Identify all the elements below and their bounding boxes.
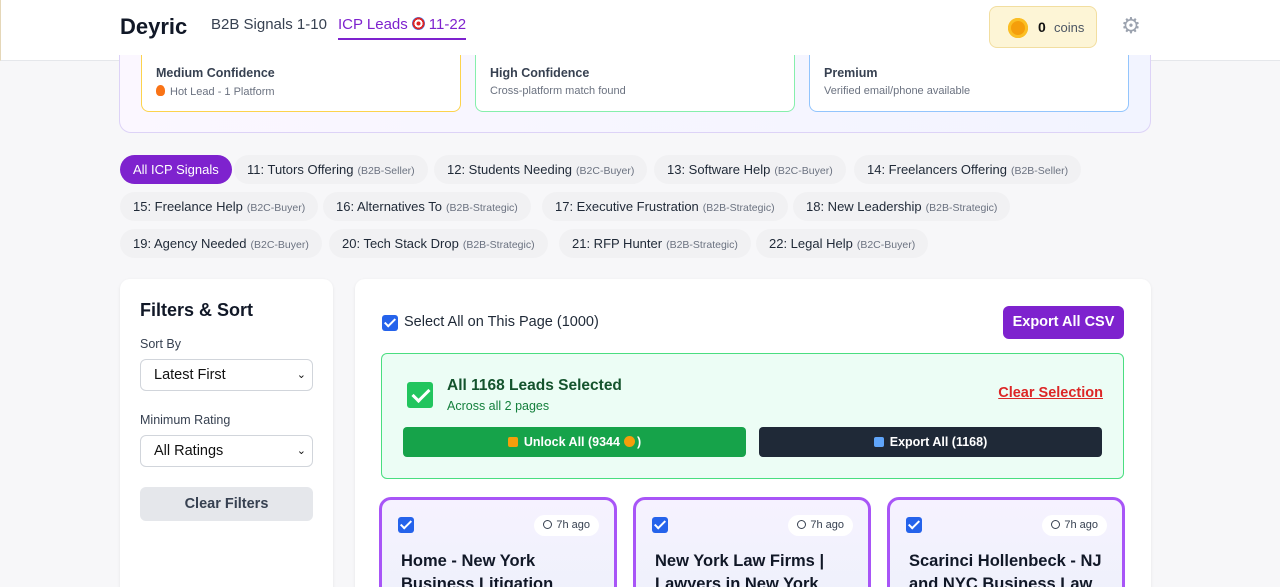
export-icon [873, 437, 884, 447]
check-icon [407, 382, 433, 408]
confidence-title: Medium Confidence [156, 66, 275, 80]
lead-checkbox[interactable] [652, 517, 668, 533]
clock-icon [543, 520, 553, 529]
selection-subtitle: Across all 2 pages [447, 399, 550, 413]
unlock-all-button[interactable]: Unlock All (9344) [403, 427, 746, 457]
chevron-down-icon: ⌄ [296, 369, 306, 381]
nav-icp-leads-label: ICP Leads [338, 16, 408, 33]
coin-count: 0 [1038, 19, 1046, 35]
confidence-title: Premium [824, 66, 878, 80]
clear-filters-button[interactable]: Clear Filters [140, 487, 313, 521]
confidence-card-medium: Medium Confidence Hot Lead - 1 Platform [141, 55, 461, 112]
target-icon [411, 17, 425, 30]
lead-card[interactable]: 7h ago New York Law Firms | Lawyers in N… [633, 497, 871, 587]
lead-checkbox[interactable] [906, 517, 922, 533]
fire-icon [156, 85, 165, 96]
signal-chip-15[interactable]: 15: Freelance Help (B2C-Buyer) [120, 192, 319, 221]
lead-checkbox[interactable] [398, 517, 414, 533]
select-all-label[interactable]: Select All on This Page (1000) [404, 314, 599, 330]
chevron-down-icon: ⌄ [296, 445, 306, 457]
rating-select[interactable]: All Ratings ⌄ [140, 435, 313, 467]
lead-card[interactable]: 7h ago Home - New York Business Litigati… [379, 497, 617, 587]
export-csv-button[interactable]: Export All CSV [1003, 306, 1124, 339]
confidence-sub: Cross-platform match found [490, 85, 626, 97]
export-all-button[interactable]: Export All (1168) [759, 427, 1102, 457]
signal-chip-19[interactable]: 19: Agency Needed (B2C-Buyer) [120, 229, 322, 258]
select-all-checkbox[interactable] [382, 315, 398, 331]
brand-logo[interactable]: Deyric [120, 14, 187, 40]
clear-selection-link[interactable]: Clear Selection [998, 385, 1103, 401]
confidence-title: High Confidence [490, 66, 590, 80]
nav-icp-leads-range: 11-22 [428, 16, 467, 33]
signal-chip-17[interactable]: 17: Executive Frustration (B2B-Strategic) [542, 192, 788, 221]
coin-label: coins [1054, 20, 1085, 35]
coin-balance[interactable]: 0 coins [989, 6, 1097, 48]
sort-label: Sort By [140, 337, 181, 351]
signal-chip-16[interactable]: 16: Alternatives To (B2B-Strategic) [323, 192, 531, 221]
unlock-icon [507, 437, 518, 447]
time-badge: 7h ago [534, 515, 599, 536]
confidence-card-high: High Confidence Cross-platform match fou… [475, 55, 795, 112]
lead-title[interactable]: Scarinci Hollenbeck - NJ and NYC Busines… [909, 550, 1114, 587]
signal-chip-22[interactable]: 22: Legal Help (B2C-Buyer) [756, 229, 929, 258]
time-badge: 7h ago [1042, 515, 1107, 536]
lead-card[interactable]: 7h ago Scarinci Hollenbeck - NJ and NYC … [887, 497, 1125, 587]
lead-title[interactable]: Home - New York Business Litigation [401, 550, 606, 587]
confidence-card-premium: Premium Verified email/phone available [809, 55, 1129, 112]
clock-icon [1051, 520, 1061, 529]
selection-banner: All 1168 Leads Selected Across all 2 pag… [381, 353, 1124, 479]
sort-select[interactable]: Latest First ⌄ [140, 359, 313, 391]
filters-title: Filters & Sort [140, 300, 254, 320]
signal-chip-21[interactable]: 21: RFP Hunter (B2B-Strategic) [559, 229, 751, 258]
coin-icon [1008, 18, 1028, 38]
coin-icon [623, 436, 635, 447]
signal-chip-12[interactable]: 12: Students Needing (B2C-Buyer) [434, 155, 648, 184]
gear-icon[interactable]: ⚙ [1121, 15, 1141, 37]
signal-chip-13[interactable]: 13: Software Help (B2C-Buyer) [654, 155, 846, 184]
rating-label: Minimum Rating [140, 413, 231, 427]
signal-chip-20[interactable]: 20: Tech Stack Drop (B2B-Strategic) [329, 229, 548, 258]
confidence-sub: Verified email/phone available [824, 85, 971, 97]
signal-chip-14[interactable]: 14: Freelancers Offering (B2B-Seller) [854, 155, 1082, 184]
nav-b2b-signals[interactable]: B2B Signals 1-10 [211, 16, 327, 33]
signal-chip-18[interactable]: 18: New Leadership (B2B-Strategic) [793, 192, 1011, 221]
clock-icon [797, 520, 807, 529]
signal-chip-all[interactable]: All ICP Signals [120, 155, 232, 184]
confidence-legend: Medium Confidence Hot Lead - 1 Platform … [119, 55, 1151, 133]
leads-panel: Select All on This Page (1000) Export Al… [355, 279, 1151, 587]
filters-panel: Filters & Sort Sort By Latest First ⌄ Min… [120, 279, 333, 587]
time-badge: 7h ago [788, 515, 853, 536]
selection-title: All 1168 Leads Selected [447, 377, 622, 394]
nav-icp-leads[interactable]: ICP Leads 11-22 [338, 16, 467, 40]
top-header: Deyric B2B Signals 1-10 ICP Leads 11-22 0… [0, 0, 1280, 61]
lead-title[interactable]: New York Law Firms | Lawyers in New York [655, 550, 860, 587]
confidence-sub: Hot Lead - 1 Platform [156, 85, 275, 98]
signal-chip-11[interactable]: 11: Tutors Offering (B2B-Seller) [234, 155, 428, 184]
